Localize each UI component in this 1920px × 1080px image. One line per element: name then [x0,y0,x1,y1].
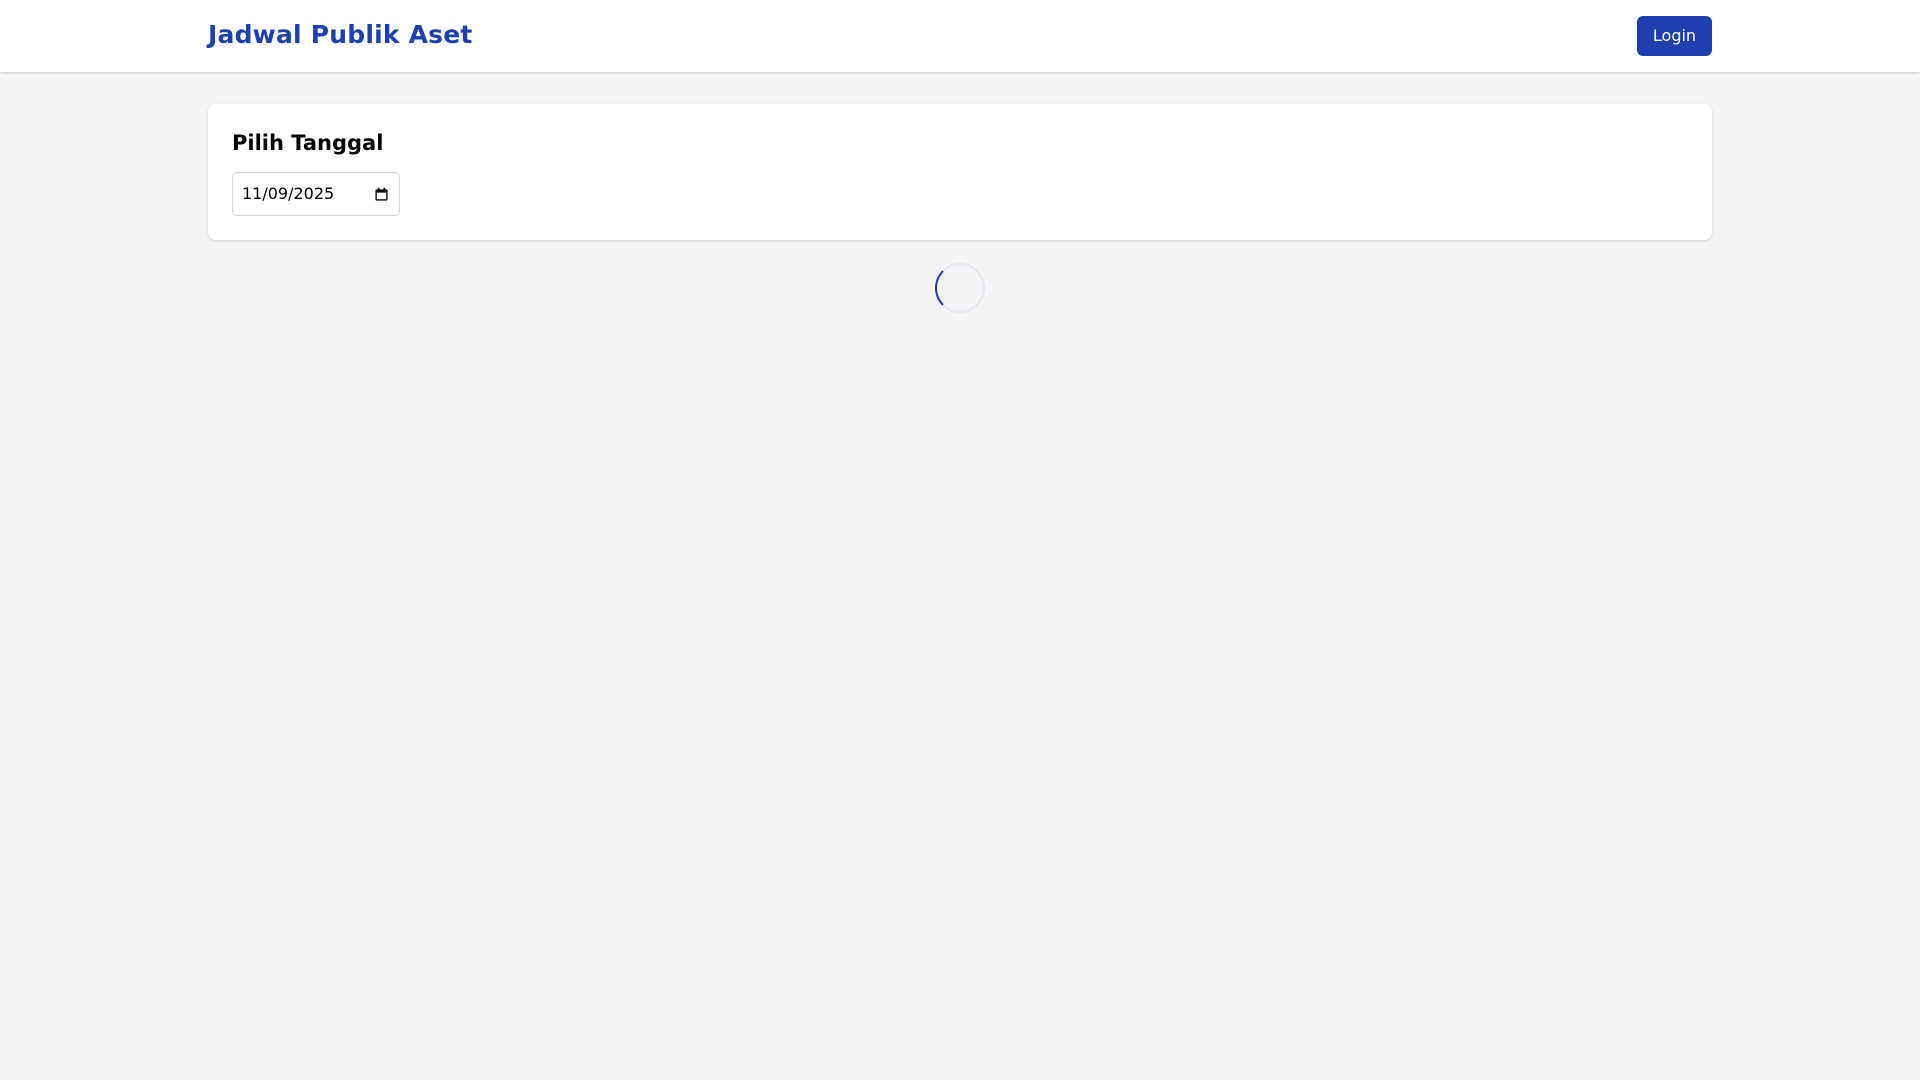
top-navbar: Jadwal Publik Aset Login [0,0,1920,72]
date-input-value: 11/09/2025 [242,184,335,203]
date-selection-title: Pilih Tanggal [232,131,384,155]
brand-title[interactable]: Jadwal Publik Aset [208,18,473,52]
date-input[interactable]: 11/09/2025 [232,172,400,216]
login-button[interactable]: Login [1637,16,1712,56]
loading-spinner [935,263,985,313]
calendar-icon[interactable] [374,187,389,202]
date-selection-card: Pilih Tanggal 11/09/2025 [208,104,1712,240]
